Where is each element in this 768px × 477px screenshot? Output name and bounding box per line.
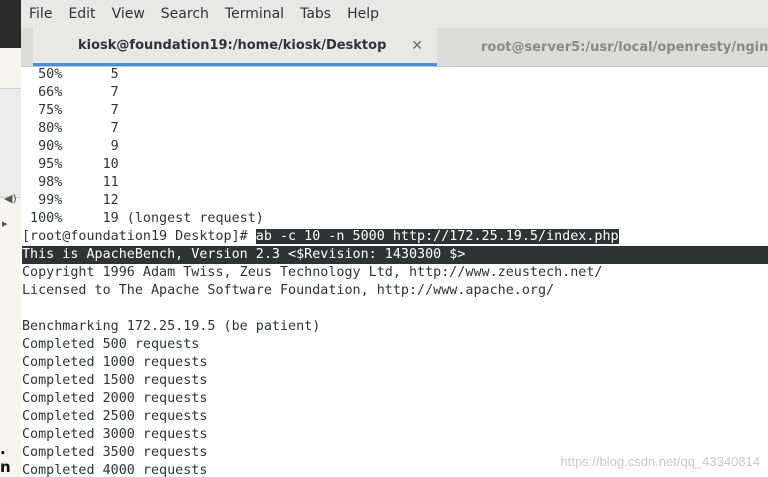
output-line: This is ApacheBench, Version 2.3 <$Revis… bbox=[21, 246, 768, 264]
menu-search[interactable]: Search bbox=[153, 0, 217, 28]
output-line: Completed 1000 requests bbox=[22, 355, 208, 370]
menu-tabs[interactable]: Tabs bbox=[292, 0, 339, 28]
command-line: [root@foundation19 Desktop]# ab -c 10 -n… bbox=[21, 228, 768, 246]
output-line: 50% 5 bbox=[22, 67, 119, 82]
output-line: Completed 1500 requests bbox=[22, 373, 208, 388]
output-line: Completed 2500 requests bbox=[22, 409, 208, 424]
tab-bar: kiosk@foundation19:/home/kiosk/Desktop ✕… bbox=[21, 28, 768, 67]
close-icon[interactable]: ✕ bbox=[411, 38, 423, 54]
output-line: Licensed to The Apache Software Foundati… bbox=[22, 283, 555, 298]
output-line: 90% 9 bbox=[22, 139, 119, 154]
terminal-window: File Edit View Search Terminal Tabs Help… bbox=[21, 0, 768, 477]
background-panel bbox=[0, 0, 21, 48]
output-line: Completed 500 requests bbox=[22, 337, 200, 352]
tab-active[interactable]: kiosk@foundation19:/home/kiosk/Desktop ✕ bbox=[33, 28, 437, 66]
output-line: 80% 7 bbox=[22, 121, 119, 136]
output-line: Completed 2000 requests bbox=[22, 391, 208, 406]
output-line: 99% 12 bbox=[22, 193, 119, 208]
background-text-fragment: . n bbox=[0, 440, 11, 476]
tab-inactive-label: root@server5:/usr/local/openresty/nginx/… bbox=[481, 39, 768, 55]
output-line: Completed 3000 requests bbox=[22, 427, 208, 442]
terminal-output[interactable]: 50% 5 66% 7 75% 7 80% 7 90% 9 95% 10 98%… bbox=[21, 66, 768, 477]
menu-view[interactable]: View bbox=[104, 0, 153, 28]
output-line: 100% 19 (longest request) bbox=[22, 211, 264, 226]
output-line: 98% 11 bbox=[22, 175, 119, 190]
shell-prompt: [root@foundation19 Desktop]# bbox=[22, 229, 256, 244]
output-line: 95% 10 bbox=[22, 157, 119, 172]
selected-version-line: This is ApacheBench, Version 2.3 <$Revis… bbox=[22, 246, 768, 264]
menubar: File Edit View Search Terminal Tabs Help bbox=[21, 0, 768, 28]
selected-command: ab -c 10 -n 5000 http://172.25.19.5/inde… bbox=[255, 229, 619, 244]
tab-active-label: kiosk@foundation19:/home/kiosk/Desktop bbox=[78, 38, 387, 53]
speaker-icon: ◀) bbox=[4, 192, 17, 205]
tab-inactive[interactable]: root@server5:/usr/local/openresty/nginx/… bbox=[437, 28, 768, 66]
menu-edit[interactable]: Edit bbox=[60, 0, 103, 28]
output-line: Benchmarking 172.25.19.5 (be patient) bbox=[22, 319, 321, 334]
output-line: 75% 7 bbox=[22, 103, 119, 118]
menu-file[interactable]: File bbox=[21, 0, 60, 28]
menu-terminal[interactable]: Terminal bbox=[217, 0, 292, 28]
background-toolbar: ◀) ▸ bbox=[0, 88, 21, 230]
background-desktop: ◀) ▸ . n bbox=[0, 0, 21, 477]
arrow-icon: ▸ bbox=[2, 217, 8, 230]
output-line: Copyright 1996 Adam Twiss, Zeus Technolo… bbox=[22, 265, 603, 280]
menu-help[interactable]: Help bbox=[339, 0, 387, 28]
watermark: https://blog.csdn.net/qq_43340814 bbox=[560, 454, 761, 469]
output-line: 66% 7 bbox=[22, 85, 119, 100]
